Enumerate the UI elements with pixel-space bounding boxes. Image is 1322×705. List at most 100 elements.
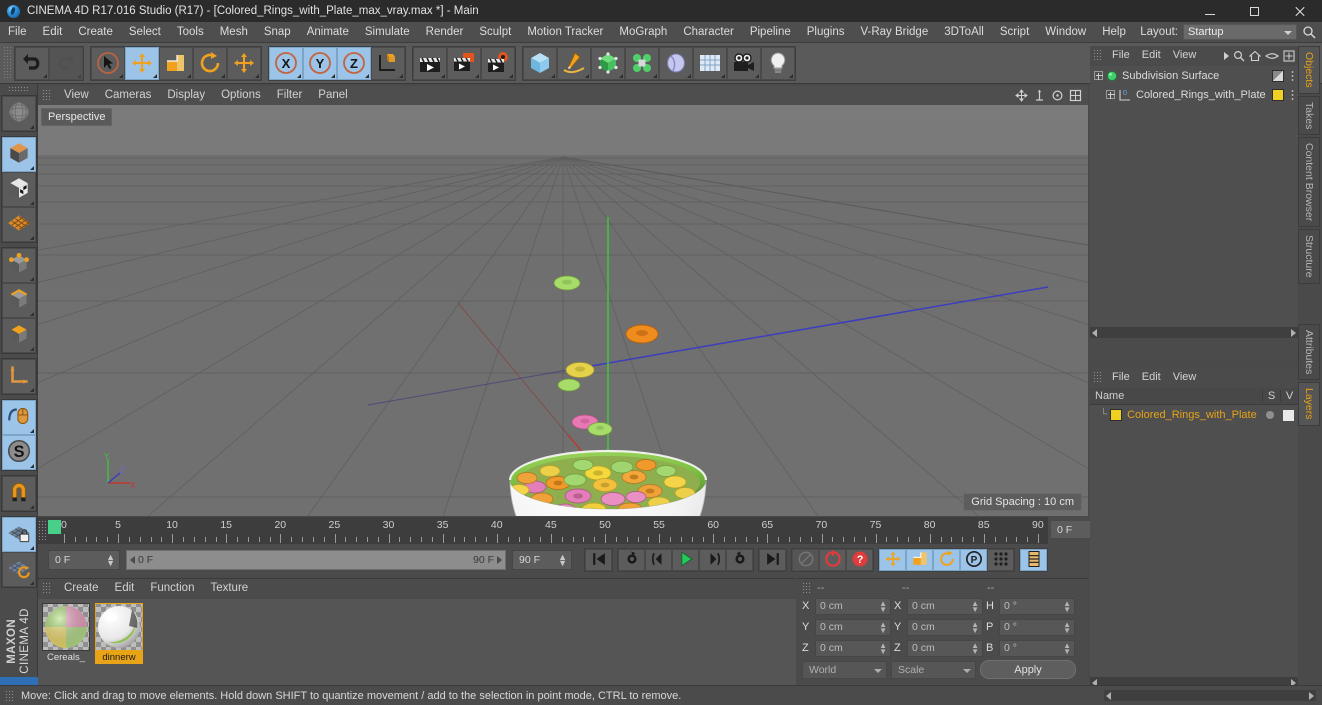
viewport-move-icon[interactable] bbox=[1015, 89, 1028, 102]
start-frame-field[interactable]: 0 F ▲ ▼ bbox=[48, 550, 120, 570]
render-to-picture-viewer-button[interactable] bbox=[447, 46, 481, 80]
menu-item-v-ray-bridge[interactable]: V-Ray Bridge bbox=[852, 22, 936, 43]
coordinate-input-size[interactable]: 0 cm ▲ ▼ bbox=[907, 639, 983, 657]
vertical-tab-takes[interactable]: Takes bbox=[1298, 95, 1320, 136]
record-rotation-button[interactable] bbox=[933, 549, 960, 571]
end-frame-field[interactable]: 90 F ▲ ▼ bbox=[512, 550, 572, 570]
world-object-coordinate-button[interactable] bbox=[371, 46, 405, 80]
lock-workplane-button[interactable] bbox=[1, 517, 36, 553]
status-bar-scrollbar[interactable] bbox=[1104, 690, 1316, 701]
menu-item-mograph[interactable]: MoGraph bbox=[611, 22, 675, 43]
x-axis-lock-button[interactable]: X bbox=[269, 46, 303, 80]
scroll-right-icon[interactable] bbox=[1309, 691, 1314, 700]
timeline-ruler[interactable]: 0 5 10 15 20 25 30 35 40 45 50 55 60 65 70 75 80 85 90 bbox=[38, 517, 1048, 544]
object-manager-grip[interactable] bbox=[1093, 49, 1102, 62]
coordinate-mode-select[interactable]: Scale bbox=[891, 660, 976, 679]
scroll-left-icon[interactable] bbox=[1092, 328, 1097, 337]
coordinate-input-position[interactable]: 0 cm ▲ ▼ bbox=[815, 597, 891, 615]
viewport-3d[interactable]: Perspective Grid Spacing : 10 cm Y X Z bbox=[38, 105, 1088, 516]
submenu-corner-icon[interactable] bbox=[255, 73, 259, 78]
rotate-tool[interactable] bbox=[193, 46, 227, 80]
expand-toggle-icon[interactable] bbox=[1106, 90, 1115, 99]
layer-list[interactable]: Name S V └ Colored_Rings_with_Plate bbox=[1090, 388, 1298, 688]
viewport-menu-options[interactable]: Options bbox=[213, 86, 269, 105]
coordinate-input-position[interactable]: 0 cm ▲ ▼ bbox=[815, 639, 891, 657]
viewport-menu-cameras[interactable]: Cameras bbox=[97, 86, 160, 105]
menu-item-render[interactable]: Render bbox=[418, 22, 472, 43]
material-thumbnail[interactable] bbox=[95, 603, 143, 651]
vertical-tab-attributes[interactable]: Attributes bbox=[1298, 323, 1320, 381]
play-button[interactable] bbox=[672, 549, 699, 571]
submenu-corner-icon[interactable] bbox=[29, 546, 34, 551]
layer-color-swatch[interactable] bbox=[1110, 408, 1123, 421]
go-to-previous-key-button[interactable] bbox=[618, 549, 645, 571]
material-item-cereals[interactable]: Cereals_ bbox=[42, 603, 90, 681]
model-mode-button[interactable] bbox=[1, 137, 36, 173]
menu-item-help[interactable]: Help bbox=[1094, 22, 1134, 43]
record-active-objects-button[interactable] bbox=[792, 549, 819, 571]
toolbar-grip[interactable] bbox=[3, 46, 12, 80]
submenu-corner-icon[interactable] bbox=[653, 73, 657, 78]
object-tree[interactable]: Subdivision Surface 0 Colored_Rings_with… bbox=[1090, 66, 1298, 338]
add-deformer-button[interactable] bbox=[625, 46, 659, 80]
material-menu-texture[interactable]: Texture bbox=[202, 579, 256, 598]
submenu-corner-icon[interactable] bbox=[509, 73, 513, 78]
go-to-start-button[interactable] bbox=[585, 549, 612, 571]
object-manager-menu-file[interactable]: File bbox=[1106, 46, 1136, 65]
viewport-rotate-icon[interactable] bbox=[1051, 89, 1064, 102]
material-tag-icon[interactable] bbox=[1272, 89, 1284, 101]
object-row-dots-icon[interactable] bbox=[1291, 70, 1294, 81]
menu-item-character[interactable]: Character bbox=[675, 22, 742, 43]
edges-mode-button[interactable] bbox=[1, 283, 36, 319]
object-manager-menu-edit[interactable]: Edit bbox=[1136, 46, 1167, 65]
go-to-next-key-button[interactable] bbox=[726, 549, 753, 571]
menu-item-snap[interactable]: Snap bbox=[256, 22, 299, 43]
submenu-corner-icon[interactable] bbox=[153, 73, 157, 78]
spinner-icon[interactable]: ▲▼ bbox=[971, 599, 979, 613]
vertical-tab-objects[interactable]: Objects bbox=[1298, 46, 1320, 94]
y-axis-lock-button[interactable]: Y bbox=[303, 46, 337, 80]
z-axis-lock-button[interactable]: Z bbox=[337, 46, 371, 80]
record-position-button[interactable] bbox=[879, 549, 906, 571]
submenu-corner-icon[interactable] bbox=[441, 73, 445, 78]
viewport-menu-filter[interactable]: Filter bbox=[269, 86, 311, 105]
layer-manager-menu-edit[interactable]: Edit bbox=[1136, 368, 1167, 387]
viewport-menu-grip[interactable] bbox=[42, 89, 51, 102]
submenu-corner-icon[interactable] bbox=[687, 73, 691, 78]
scroll-left-icon[interactable] bbox=[1106, 691, 1111, 700]
coordinate-input-rotation[interactable]: 0 ° ▲ ▼ bbox=[999, 597, 1075, 615]
vertical-tab-layers[interactable]: Layers bbox=[1298, 382, 1320, 426]
minimize-button[interactable] bbox=[1187, 0, 1232, 22]
spinner-icon[interactable]: ▲▼ bbox=[1063, 599, 1071, 613]
points-mode-button[interactable] bbox=[1, 248, 36, 284]
workplane-rotate-button[interactable] bbox=[1, 552, 36, 588]
submenu-corner-icon[interactable] bbox=[619, 73, 623, 78]
spinner-icon[interactable]: ▲▼ bbox=[106, 553, 115, 568]
spinner-icon[interactable]: ▲▼ bbox=[879, 641, 887, 655]
layer-row[interactable]: └ Colored_Rings_with_Plate bbox=[1090, 405, 1298, 424]
submenu-corner-icon[interactable] bbox=[721, 73, 725, 78]
menu-item-sculpt[interactable]: Sculpt bbox=[471, 22, 519, 43]
step-back-button[interactable] bbox=[645, 549, 672, 571]
material-list[interactable]: Cereals_ dinnerw bbox=[38, 599, 796, 685]
submenu-corner-icon[interactable] bbox=[29, 201, 34, 206]
menu-item-file[interactable]: File bbox=[0, 22, 35, 43]
go-to-end-button[interactable] bbox=[759, 549, 786, 571]
viewport-menu-view[interactable]: View bbox=[56, 86, 97, 105]
menu-item-simulate[interactable]: Simulate bbox=[357, 22, 418, 43]
submenu-corner-icon[interactable] bbox=[399, 73, 403, 78]
timeline-grip[interactable] bbox=[38, 520, 46, 540]
enable-axis-modification-button[interactable] bbox=[1, 400, 36, 436]
object-row-subdivision-surface[interactable]: Subdivision Surface bbox=[1090, 66, 1298, 85]
submenu-corner-icon[interactable] bbox=[29, 581, 34, 586]
menu-item-motion-tracker[interactable]: Motion Tracker bbox=[519, 22, 611, 43]
move-tool[interactable] bbox=[125, 46, 159, 80]
menu-item-3dtoall[interactable]: 3DToAll bbox=[936, 22, 992, 43]
add-floor-button[interactable] bbox=[693, 46, 727, 80]
step-forward-button[interactable] bbox=[699, 549, 726, 571]
spinner-icon[interactable]: ▲▼ bbox=[1063, 641, 1071, 655]
coordinate-input-rotation[interactable]: 0 ° ▲ ▼ bbox=[999, 618, 1075, 636]
object-row-dots-icon[interactable] bbox=[1291, 89, 1294, 100]
menu-item-edit[interactable]: Edit bbox=[35, 22, 71, 43]
layer-solo-dot-icon[interactable] bbox=[1266, 411, 1274, 419]
